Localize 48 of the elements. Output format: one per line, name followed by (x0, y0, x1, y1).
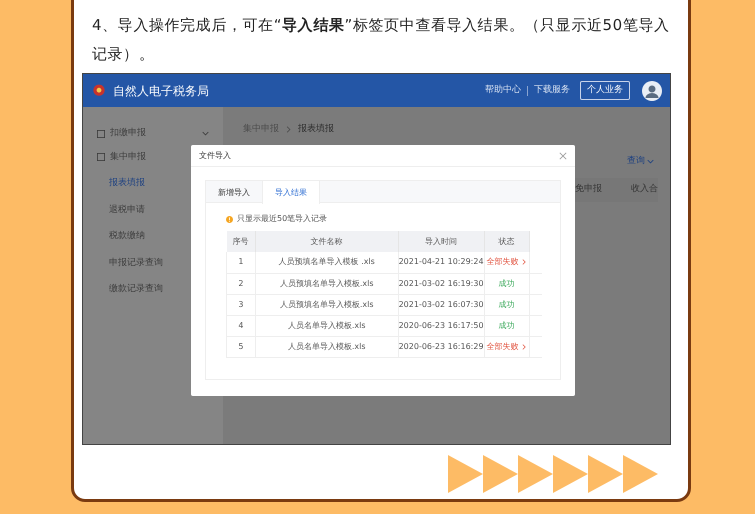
chevron-down-icon (202, 130, 209, 138)
chevron-down-icon (647, 158, 654, 165)
status-text: 成功 (498, 298, 515, 310)
table-cell: 5 (226, 336, 256, 357)
tab[interactable]: 新增导入 (206, 181, 262, 204)
status-text: 全部失败 (486, 256, 519, 268)
status-text: 全部失败 (486, 340, 519, 352)
table-cell: 人员名单导入模板.xls (255, 336, 398, 357)
column-header: 导入时间 (398, 231, 484, 252)
table-cell: 4 (226, 315, 256, 336)
column-header: 状态 (484, 231, 530, 252)
emblem-icon (91, 82, 107, 98)
sidebar-item[interactable]: 集中申报 (110, 150, 146, 164)
app-title: 自然人电子税务局 (113, 82, 209, 100)
breadcrumb-current: 报表填报 (298, 123, 334, 136)
table-cell: 3 (226, 294, 256, 315)
close-icon[interactable] (559, 152, 567, 160)
dialog-title: 文件导入 (199, 150, 231, 162)
table-cell: 人员预填名单导入模板.xls (255, 294, 398, 315)
sidebar-item[interactable]: 扣缴申报 (110, 127, 146, 140)
table-cell: 2021-04-21 10:29:24 (398, 252, 484, 273)
chevron-right-icon (520, 344, 527, 350)
column-header: 文件名称 (255, 231, 398, 252)
status-text: 成功 (498, 278, 515, 290)
query-link[interactable]: 查询 (627, 154, 645, 168)
status-text: 成功 (498, 320, 515, 332)
header-link[interactable]: 帮助中心 (485, 84, 521, 98)
account-button[interactable]: 个人业务 (580, 80, 630, 100)
column-header: 免申报 (574, 183, 603, 196)
table-cell: 1 (226, 252, 256, 273)
column-header: 序号 (226, 231, 256, 252)
table-cell: 2021-03-02 16:19:30 (398, 273, 484, 294)
table-cell: 2 (226, 273, 256, 294)
header-link[interactable]: 下载服务 (534, 84, 570, 98)
chevron-right-icon (285, 126, 292, 134)
table-cell: 2020-06-23 16:16:29 (398, 336, 484, 357)
table-cell: 人员预填名单导入模板.xls (255, 273, 398, 294)
tab[interactable]: 导入结果 (262, 181, 320, 204)
column-header: 收入合 (630, 183, 658, 196)
notice-text: 只显示最近50笔导入记录 (237, 213, 328, 225)
table-cell: 人员名单导入模板.xls (255, 315, 398, 336)
table-cell: 人员预填名单导入模板 .xls (255, 252, 398, 273)
instruction-text: 4、导入操作完成后，可在“导入结果”标签页中查看导入结果。（只显示近50笔导入记录）。 (91, 15, 671, 65)
table-cell: 2021-03-02 16:07:30 (398, 294, 484, 315)
warning-icon (226, 216, 233, 222)
avatar-icon (642, 80, 662, 100)
chevron-right-icon (520, 259, 527, 266)
table-cell: 2020-06-23 16:17:50 (398, 315, 484, 336)
